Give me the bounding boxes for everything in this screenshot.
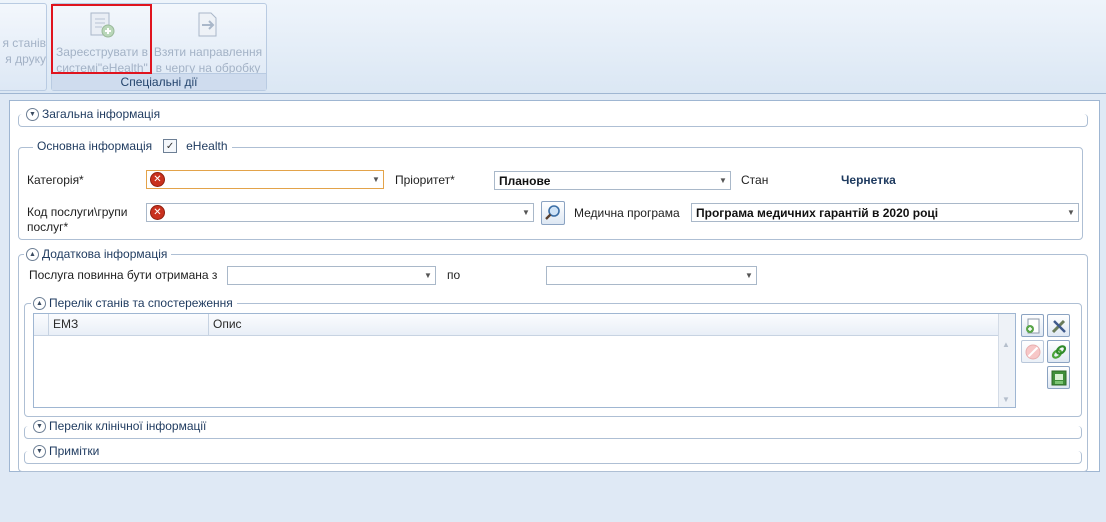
grid-column-description[interactable]: Опис bbox=[208, 314, 998, 335]
grid-column-emz[interactable]: ЕМЗ bbox=[48, 314, 208, 335]
states-grid: ЕМЗ Опис ▲ ▼ bbox=[33, 313, 1016, 408]
chevron-down-icon: ▼ bbox=[33, 444, 46, 458]
chevron-down-icon: ▼ bbox=[745, 271, 753, 280]
grid-indicator-column bbox=[34, 314, 47, 335]
prohibited-icon bbox=[1025, 344, 1040, 359]
delete-state-button[interactable] bbox=[1021, 340, 1044, 363]
grid-scrollbar[interactable]: ▲ ▼ bbox=[998, 314, 1015, 407]
basic-section-header: Основна інформація ✓ eHealth bbox=[33, 139, 232, 153]
clinical-section-header[interactable]: ▼ Перелік клінічної інформації bbox=[31, 419, 211, 433]
clinical-section-title: Перелік клінічної інформації bbox=[49, 419, 207, 433]
chevron-down-icon: ▼ bbox=[719, 176, 727, 185]
states-section-header[interactable]: ▲ Перелік станів та спостереження bbox=[31, 296, 237, 310]
add-document-icon bbox=[1025, 318, 1039, 333]
error-icon: ✕ bbox=[150, 205, 165, 220]
take-to-queue-button[interactable]: Взяти направлення в чергу на обробку bbox=[152, 8, 264, 75]
additional-section-header[interactable]: ▲ Додаткова інформація bbox=[24, 247, 172, 261]
edit-state-button[interactable] bbox=[1047, 314, 1070, 337]
link-state-button[interactable] bbox=[1047, 340, 1070, 363]
chevron-down-icon: ▼ bbox=[372, 175, 380, 184]
ehealth-label: eHealth bbox=[186, 139, 228, 153]
chevron-up-icon: ▲ bbox=[33, 296, 46, 310]
state-label: Стан bbox=[741, 173, 769, 187]
date-to-picker[interactable]: ▼ bbox=[546, 266, 757, 285]
additional-section-title: Додаткова інформація bbox=[42, 247, 168, 261]
priority-value: Планове bbox=[499, 173, 551, 188]
link-icon bbox=[1051, 344, 1066, 359]
take-button-line1: Взяти направлення bbox=[153, 45, 263, 59]
general-section-header[interactable]: ▼ Загальна інформація bbox=[24, 107, 165, 121]
highlight-box bbox=[51, 4, 152, 74]
scroll-down-icon[interactable]: ▼ bbox=[1002, 395, 1010, 404]
basic-section-frame bbox=[18, 147, 1083, 240]
basic-section-title: Основна інформація bbox=[37, 139, 153, 153]
notes-section-header[interactable]: ▼ Примітки bbox=[31, 444, 104, 458]
states-section-title: Перелік станів та спостереження bbox=[49, 296, 233, 310]
search-icon bbox=[545, 205, 560, 220]
service-label-line1: Код послуги\групи bbox=[27, 205, 128, 219]
date-from-picker[interactable]: ▼ bbox=[227, 266, 436, 285]
service-label-line2: послуг* bbox=[27, 220, 69, 234]
program-value: Програма медичних гарантій в 2020 році bbox=[696, 205, 939, 220]
chevron-down-icon: ▼ bbox=[522, 208, 530, 217]
category-combo[interactable]: ✕ ▼ bbox=[146, 170, 384, 189]
program-combo[interactable]: Програма медичних гарантій в 2020 році ▼ bbox=[691, 203, 1079, 222]
state-value: Чернетка bbox=[841, 173, 896, 187]
priority-combo[interactable]: Планове ▼ bbox=[494, 171, 731, 190]
category-label: Категорія* bbox=[27, 173, 84, 187]
chevron-down-icon: ▼ bbox=[424, 271, 432, 280]
notes-section-frame bbox=[24, 451, 1082, 464]
group-caption: Спеціальні дії bbox=[52, 73, 266, 90]
date-to-label: по bbox=[447, 268, 461, 282]
chevron-down-icon: ▼ bbox=[26, 107, 39, 121]
partial-button-line1: я станів bbox=[2, 36, 46, 50]
tools-icon bbox=[1051, 319, 1066, 333]
ribbon: я станів я друку Зареєструвати в системі… bbox=[0, 0, 1106, 94]
chevron-down-icon: ▼ bbox=[1067, 208, 1075, 217]
general-section-frame bbox=[18, 114, 1088, 127]
save-state-button[interactable] bbox=[1047, 366, 1070, 389]
ribbon-group-partial: я станів я друку bbox=[0, 3, 47, 91]
notes-section-title: Примітки bbox=[49, 444, 100, 458]
program-label: Медична програма bbox=[574, 206, 680, 220]
date-from-label: Послуга повинна бути отримана з bbox=[29, 268, 218, 282]
ehealth-checkbox[interactable]: ✓ bbox=[163, 139, 178, 153]
table-save-icon bbox=[1051, 370, 1066, 385]
partial-button-line2: я друку bbox=[5, 52, 46, 66]
add-state-button[interactable] bbox=[1021, 314, 1044, 337]
take-document-icon bbox=[198, 12, 217, 37]
chevron-down-icon: ▼ bbox=[33, 419, 46, 433]
chevron-up-icon: ▲ bbox=[26, 247, 39, 261]
grid-header: ЕМЗ Опис bbox=[34, 314, 998, 336]
service-search-button[interactable] bbox=[541, 201, 565, 225]
general-section-title: Загальна інформація bbox=[42, 107, 161, 121]
error-icon: ✕ bbox=[150, 172, 165, 187]
scroll-up-icon[interactable]: ▲ bbox=[1002, 340, 1010, 349]
service-code-combo[interactable]: ✕ ▼ bbox=[146, 203, 534, 222]
service-label: Код послуги\групи послуг* bbox=[27, 205, 127, 235]
partial-ribbon-button[interactable]: я станів я друку bbox=[0, 34, 46, 100]
priority-label: Пріоритет* bbox=[395, 173, 455, 187]
